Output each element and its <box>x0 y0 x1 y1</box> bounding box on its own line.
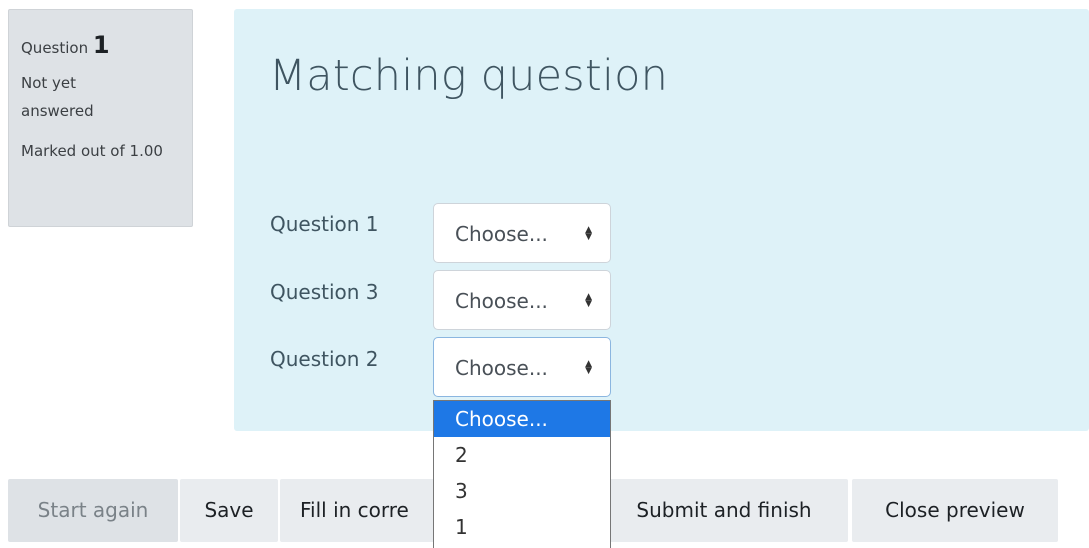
sort-caret-icon: ▲ ▼ <box>585 224 592 242</box>
save-button[interactable]: Save <box>180 479 278 542</box>
answer-select-value: Choose... <box>455 222 548 246</box>
question-info: Question 1 Not yet answered Marked out o… <box>8 9 193 227</box>
answer-select-value: Choose... <box>455 356 548 380</box>
start-again-button[interactable]: Start again <box>8 479 178 542</box>
dropdown-option-1[interactable]: 1 <box>434 509 610 545</box>
dropdown-option-3[interactable]: 3 <box>434 473 610 509</box>
question-label: Question <box>21 39 89 57</box>
answer-select-3[interactable]: Choose... ▲ ▼ <box>433 337 611 397</box>
question-grade: Marked out of 1.00 <box>21 142 163 160</box>
answer-select-value: Choose... <box>455 289 548 313</box>
close-preview-button[interactable]: Close preview <box>852 479 1058 542</box>
question-title: Matching question <box>269 51 669 101</box>
fill-in-correct-button[interactable]: Fill in corre <box>280 479 440 542</box>
row-label-1: Question 1 <box>270 212 379 236</box>
sort-caret-icon: ▲ ▼ <box>585 291 592 309</box>
submit-and-finish-button[interactable]: Submit and finish <box>600 479 848 542</box>
dropdown-option-choose[interactable]: Choose... <box>434 401 610 437</box>
answer-select-1[interactable]: Choose... ▲ ▼ <box>433 203 611 263</box>
answer-dropdown-list[interactable]: Choose... 2 3 1 <box>433 400 611 548</box>
question-number: 1 <box>92 31 110 59</box>
row-label-3: Question 2 <box>270 347 379 371</box>
sort-caret-icon: ▲ ▼ <box>585 358 592 376</box>
question-state: Not yet answered <box>21 74 94 120</box>
question-number-line: Question 1 <box>21 32 180 61</box>
answer-select-2[interactable]: Choose... ▲ ▼ <box>433 270 611 330</box>
dropdown-option-2[interactable]: 2 <box>434 437 610 473</box>
row-label-2: Question 3 <box>270 280 379 304</box>
